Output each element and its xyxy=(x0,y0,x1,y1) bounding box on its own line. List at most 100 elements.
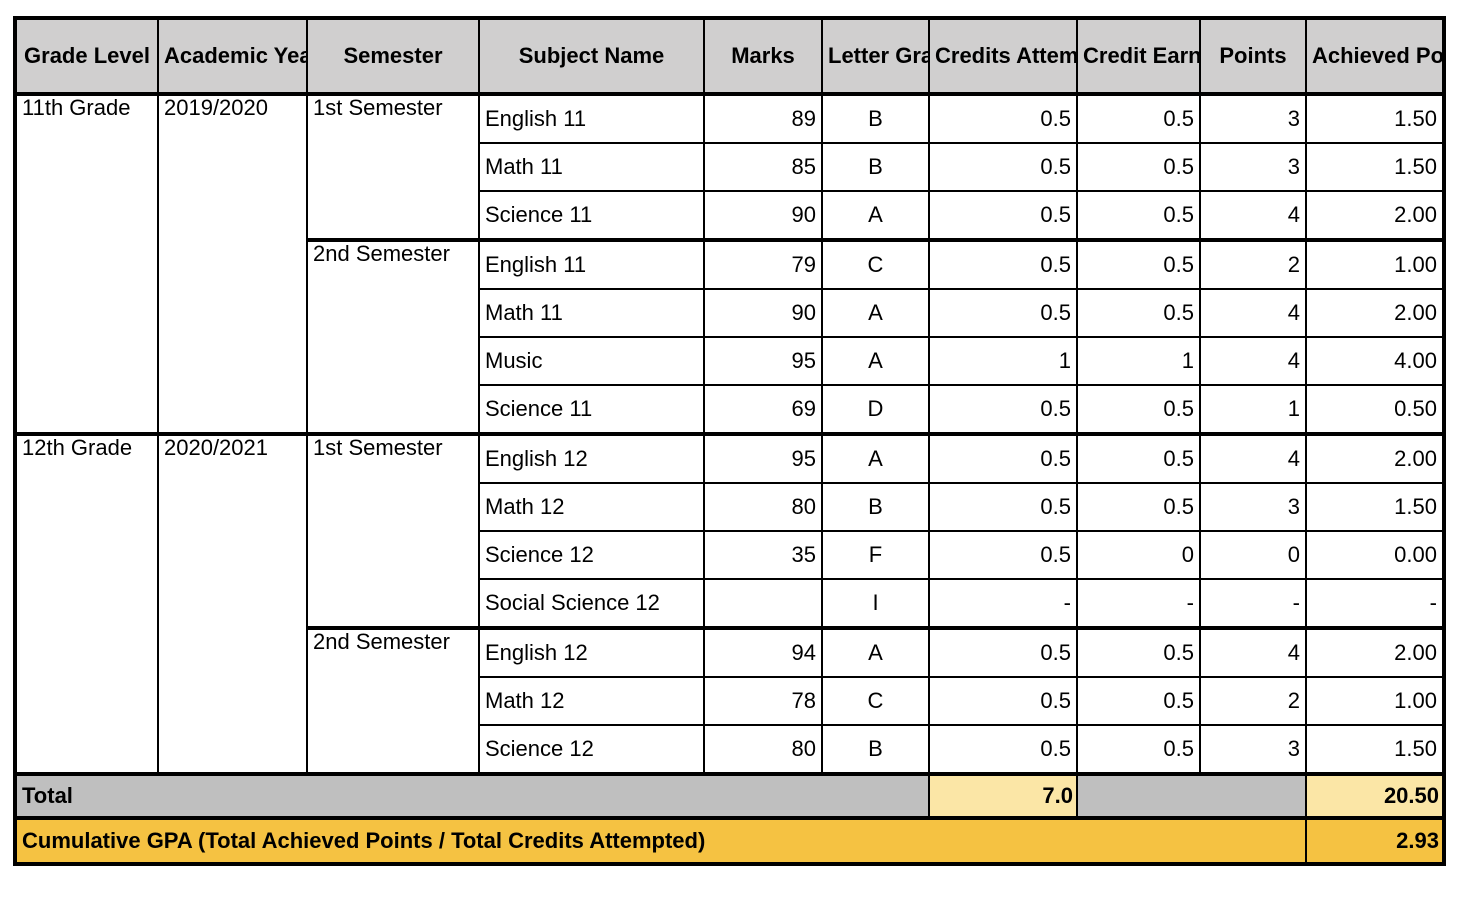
credits-attempted-cell: 0.5 xyxy=(928,190,1078,241)
credits-attempted-cell: 0.5 xyxy=(928,432,1078,484)
gpa-row: Cumulative GPA (Total Achieved Points / … xyxy=(14,817,1445,865)
achieved-points-cell: 1.00 xyxy=(1305,676,1445,726)
header-credits-attempted: Credits Attempted xyxy=(928,17,1078,95)
credit-earned-cell: 0.5 xyxy=(1076,190,1201,241)
credit-earned-cell: 0.5 xyxy=(1076,676,1201,726)
credits-attempted-cell: - xyxy=(928,578,1078,629)
marks-cell: 95 xyxy=(703,432,823,484)
marks-cell: 94 xyxy=(703,626,823,678)
credits-attempted-cell: 0.5 xyxy=(928,676,1078,726)
subject-name-cell: Science 11 xyxy=(478,190,705,241)
subject-name-cell: Math 11 xyxy=(478,288,705,338)
letter-grade-cell: A xyxy=(821,190,930,241)
semester-cell: 1st Semester xyxy=(306,92,480,241)
subject-name-cell: English 11 xyxy=(478,92,705,144)
table-header: Grade Level Academic Year Semester Subje… xyxy=(14,17,1445,95)
points-cell: 3 xyxy=(1199,92,1307,144)
header-semester: Semester xyxy=(306,17,480,95)
credit-earned-cell: 0.5 xyxy=(1076,92,1201,144)
subject-name-cell: Science 11 xyxy=(478,384,705,435)
achieved-points-cell: 2.00 xyxy=(1305,190,1445,241)
academic-year-cell: 2020/2021 xyxy=(157,432,308,775)
achieved-points-cell: 2.00 xyxy=(1305,626,1445,678)
letter-grade-cell: C xyxy=(821,676,930,726)
semester-cell: 1st Semester xyxy=(306,432,480,629)
achieved-points-cell: 2.00 xyxy=(1305,432,1445,484)
achieved-points-cell: 1.50 xyxy=(1305,142,1445,192)
subject-name-cell: English 12 xyxy=(478,432,705,484)
marks-cell: 78 xyxy=(703,676,823,726)
credits-attempted-cell: 1 xyxy=(928,336,1078,386)
credit-earned-cell: 0.5 xyxy=(1076,384,1201,435)
header-marks: Marks xyxy=(703,17,823,95)
achieved-points-cell: 0.50 xyxy=(1305,384,1445,435)
subject-name-cell: English 11 xyxy=(478,238,705,290)
marks-cell: 80 xyxy=(703,482,823,532)
total-label: Total xyxy=(14,772,930,820)
transcript-table: Grade Level Academic Year Semester Subje… xyxy=(13,16,1446,866)
gpa-value: 2.93 xyxy=(1305,817,1445,865)
credit-earned-cell: 0.5 xyxy=(1076,432,1201,484)
points-cell: 0 xyxy=(1199,530,1307,580)
total-blank xyxy=(1076,772,1307,820)
points-cell: 4 xyxy=(1199,432,1307,484)
header-subject-name: Subject Name xyxy=(478,17,705,95)
marks-cell: 90 xyxy=(703,190,823,241)
points-cell: 4 xyxy=(1199,626,1307,678)
points-cell: 2 xyxy=(1199,676,1307,726)
table-footer: Total 7.0 20.50 Cumulative GPA (Total Ac… xyxy=(14,772,1445,865)
header-achieved-points: Achieved Points xyxy=(1305,17,1445,95)
letter-grade-cell: F xyxy=(821,530,930,580)
grade-level-cell: 12th Grade xyxy=(14,432,159,775)
points-cell: 4 xyxy=(1199,288,1307,338)
header-letter-grade: Letter Grade xyxy=(821,17,930,95)
points-cell: 2 xyxy=(1199,238,1307,290)
points-cell: 3 xyxy=(1199,142,1307,192)
subject-name-cell: Social Science 12 xyxy=(478,578,705,629)
achieved-points-cell: 0.00 xyxy=(1305,530,1445,580)
credits-attempted-cell: 0.5 xyxy=(928,238,1078,290)
credits-attempted-cell: 0.5 xyxy=(928,288,1078,338)
subject-name-cell: Math 11 xyxy=(478,142,705,192)
credit-earned-cell: 0.5 xyxy=(1076,724,1201,775)
credit-earned-cell: - xyxy=(1076,578,1201,629)
marks-cell: 35 xyxy=(703,530,823,580)
total-achieved-points: 20.50 xyxy=(1305,772,1445,820)
letter-grade-cell: B xyxy=(821,142,930,192)
letter-grade-cell: A xyxy=(821,288,930,338)
achieved-points-cell: 1.50 xyxy=(1305,482,1445,532)
marks-cell: 80 xyxy=(703,724,823,775)
subject-name-cell: Math 12 xyxy=(478,482,705,532)
points-cell: 1 xyxy=(1199,384,1307,435)
header-points: Points xyxy=(1199,17,1307,95)
achieved-points-cell: - xyxy=(1305,578,1445,629)
semester-cell: 2nd Semester xyxy=(306,626,480,775)
credits-attempted-cell: 0.5 xyxy=(928,724,1078,775)
points-cell: 3 xyxy=(1199,724,1307,775)
marks-cell: 89 xyxy=(703,92,823,144)
gpa-label: Cumulative GPA (Total Achieved Points / … xyxy=(14,817,1307,865)
achieved-points-cell: 1.50 xyxy=(1305,724,1445,775)
subject-name-cell: Science 12 xyxy=(478,530,705,580)
subject-name-cell: Science 12 xyxy=(478,724,705,775)
credit-earned-cell: 0 xyxy=(1076,530,1201,580)
letter-grade-cell: D xyxy=(821,384,930,435)
credit-earned-cell: 0.5 xyxy=(1076,482,1201,532)
marks-cell: 79 xyxy=(703,238,823,290)
credits-attempted-cell: 0.5 xyxy=(928,626,1078,678)
letter-grade-cell: C xyxy=(821,238,930,290)
credit-earned-cell: 0.5 xyxy=(1076,626,1201,678)
table-row: 11th Grade 2019/2020 1st Semester English 1… xyxy=(14,92,1445,435)
points-cell: - xyxy=(1199,578,1307,629)
letter-grade-cell: A xyxy=(821,432,930,484)
letter-grade-cell: B xyxy=(821,724,930,775)
grade-level-cell: 11th Grade xyxy=(14,92,159,435)
header-grade-level: Grade Level xyxy=(14,17,159,95)
achieved-points-cell: 2.00 xyxy=(1305,288,1445,338)
points-cell: 3 xyxy=(1199,482,1307,532)
subject-name-cell: Music xyxy=(478,336,705,386)
points-cell: 4 xyxy=(1199,190,1307,241)
table-body: 11th Grade 2019/2020 1st Semester English 1… xyxy=(14,92,1445,775)
total-credits-attempted: 7.0 xyxy=(928,772,1078,820)
credit-earned-cell: 0.5 xyxy=(1076,288,1201,338)
